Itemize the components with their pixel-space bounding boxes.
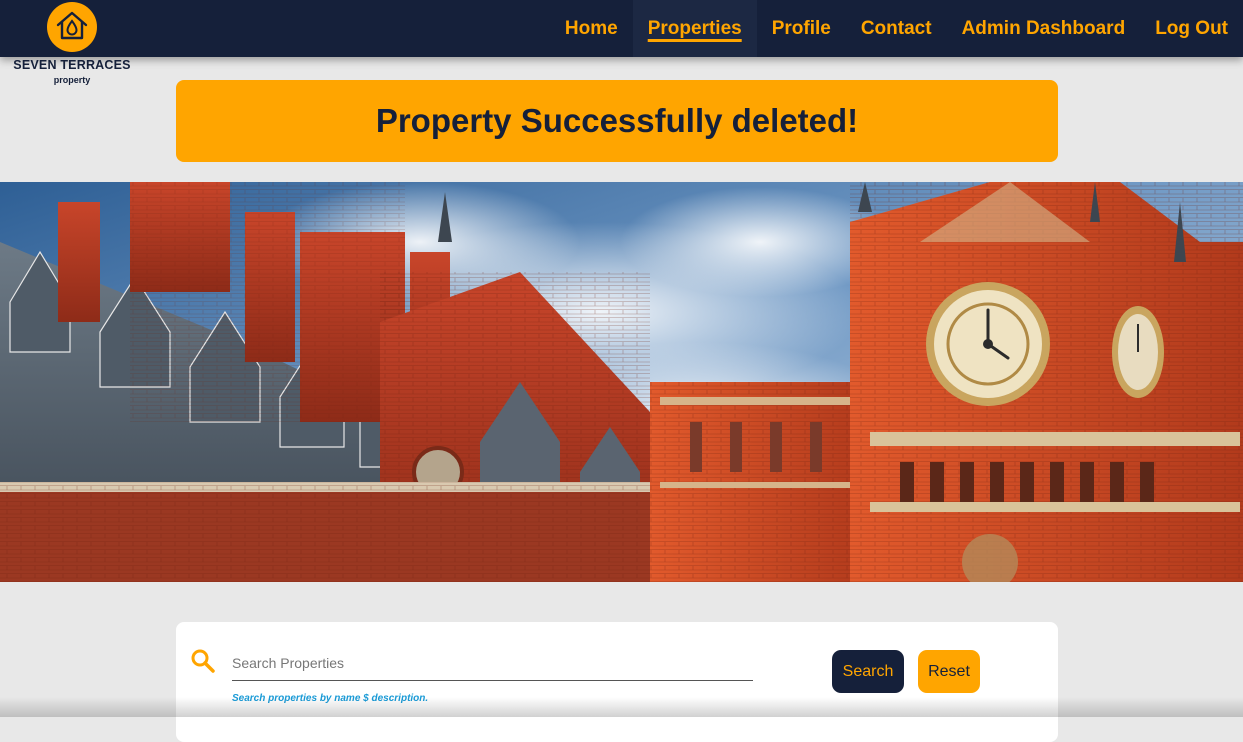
alert-message: Property Successfully deleted! bbox=[375, 102, 859, 139]
brand-logo[interactable]: SEVEN TERRACES property bbox=[12, 2, 132, 88]
search-icon bbox=[190, 648, 216, 679]
hero-image bbox=[0, 182, 1243, 582]
house-drop-icon bbox=[47, 2, 97, 52]
nav-links: Home Properties Profile Contact Admin Da… bbox=[550, 0, 1243, 57]
search-hint: Search properties by name $ description. bbox=[232, 693, 429, 704]
top-navbar: Home Properties Profile Contact Admin Da… bbox=[0, 0, 1243, 57]
search-card: Search properties by name $ description.… bbox=[176, 622, 1058, 742]
success-alert: Property Successfully deleted! bbox=[176, 80, 1058, 162]
nav-log-out[interactable]: Log Out bbox=[1140, 0, 1243, 57]
nav-profile[interactable]: Profile bbox=[757, 0, 846, 57]
nav-contact[interactable]: Contact bbox=[846, 0, 947, 57]
brand-name: SEVEN TERRACES bbox=[13, 58, 131, 72]
nav-home[interactable]: Home bbox=[550, 0, 633, 57]
nav-properties[interactable]: Properties bbox=[632, 0, 757, 57]
search-input[interactable] bbox=[232, 646, 753, 681]
nav-admin-dashboard[interactable]: Admin Dashboard bbox=[947, 0, 1141, 57]
search-button[interactable]: Search bbox=[832, 650, 904, 693]
brand-tagline: property bbox=[53, 75, 91, 85]
reset-button[interactable]: Reset bbox=[918, 650, 980, 693]
